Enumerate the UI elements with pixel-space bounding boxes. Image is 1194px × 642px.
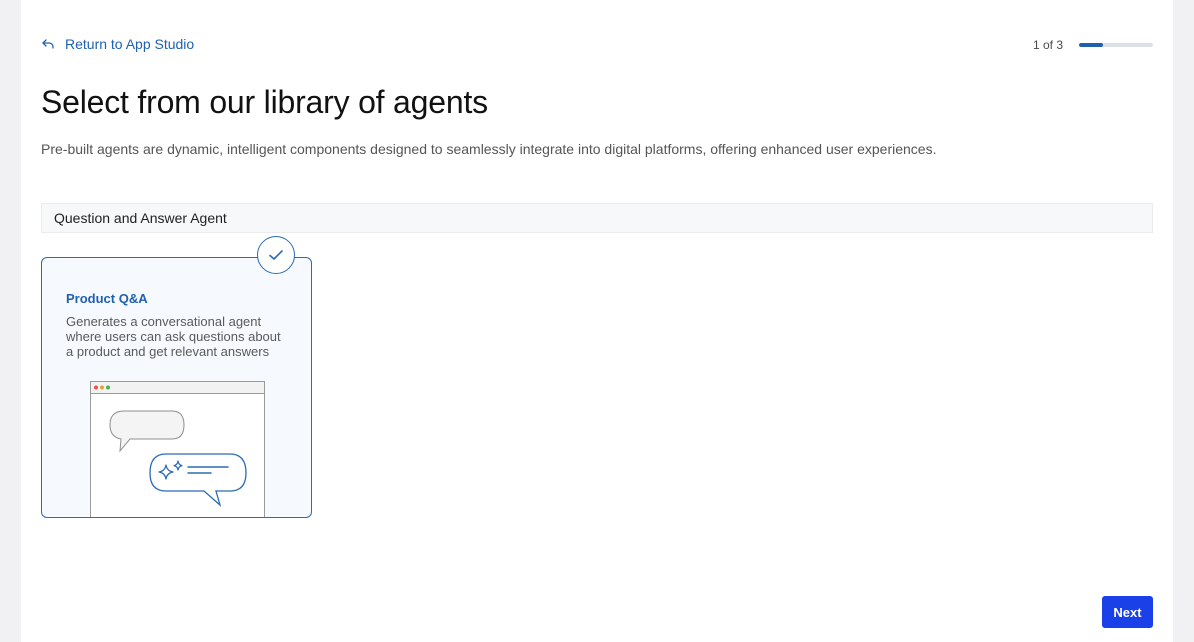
progress-fill [1079,43,1104,47]
card-title: Product Q&A [66,291,148,306]
page-subtitle: Pre-built agents are dynamic, intelligen… [41,141,937,157]
card-description: Generates a conversational agent where u… [66,314,281,359]
check-icon [269,250,283,260]
top-bar: Return to App Studio 1 of 3 [41,36,1153,56]
agent-card-product-qa[interactable]: Product Q&A Generates a conversational a… [41,257,312,518]
step-progress: 1 of 3 [1033,36,1153,54]
return-arrow-icon [41,37,55,51]
return-link-label: Return to App Studio [65,36,195,52]
main-panel: Return to App Studio 1 of 3 Select from … [21,0,1173,642]
return-to-app-studio-link[interactable]: Return to App Studio [41,36,194,52]
progress-track [1079,43,1153,47]
next-button[interactable]: Next [1102,596,1153,628]
step-counter: 1 of 3 [1032,38,1063,52]
page-title: Select from our library of agents [41,84,488,120]
section-header: Question and Answer Agent [41,203,1153,233]
chat-illustration [90,381,265,517]
selected-check-badge [257,236,295,274]
